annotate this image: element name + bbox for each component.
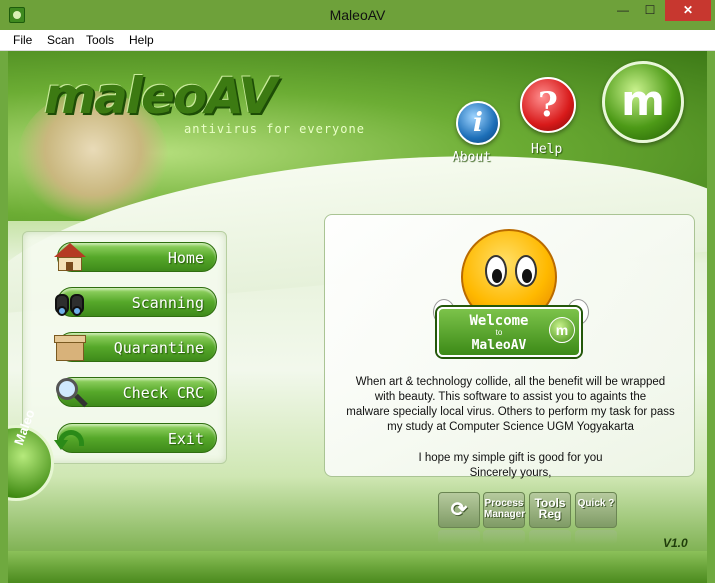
tool-reflection [529, 530, 571, 544]
refresh-tool-button[interactable]: ⟳ [438, 492, 480, 528]
tool-reflection [438, 530, 480, 544]
paragraph2-line1: I hope my simple gift is good for you [418, 452, 603, 464]
process-manager-button[interactable]: Process Manager [483, 492, 525, 528]
about-button[interactable]: i [456, 101, 500, 145]
welcome-badge-icon: m [549, 317, 575, 343]
paragraph1-line2: with beauty. This software to assist you… [374, 391, 647, 403]
menu-bar: File Scan Tools Help [0, 30, 715, 51]
bottom-decoration [8, 551, 707, 583]
home-button[interactable]: Home [54, 242, 217, 272]
paragraph1-line4: my study at Computer Science UGM Yogyaka… [387, 421, 634, 433]
title-bar: MaleoAV — ☐ ✕ [0, 0, 715, 30]
paragraph1-line1: When art & technology collide, all the b… [355, 376, 666, 388]
tagline: antivirus for everyone [184, 122, 365, 136]
exit-button[interactable]: Exit [54, 423, 217, 453]
menu-scan[interactable]: Scan [47, 33, 74, 47]
welcome-panel: Welcome to MaleoAV m When art & technolo… [324, 214, 695, 479]
help-label: Help [531, 142, 563, 157]
home-label: Home [167, 249, 204, 267]
paragraph2-line2: Sincerely yours, [469, 467, 552, 479]
scanning-label: Scanning [131, 294, 204, 312]
tool-reflection [575, 530, 617, 544]
binoculars-icon [52, 284, 88, 320]
welcome-sign: Welcome to MaleoAV m [437, 307, 581, 357]
box-icon [52, 329, 88, 365]
nav-panel: Home Scanning Quarantine Check CRC Exit [22, 231, 227, 464]
welcome-line1: Welcome [469, 313, 529, 329]
menu-tools[interactable]: Tools [86, 33, 114, 47]
main-skin: maleoAV antivirus for everyone i About ?… [8, 51, 707, 583]
version-label: V1.0 [663, 536, 688, 550]
menu-file[interactable]: File [13, 33, 32, 47]
about-label: About [452, 150, 492, 165]
maximize-button[interactable]: ☐ [637, 0, 663, 21]
magnifier-icon [52, 374, 88, 410]
tools-reg-button[interactable]: Tools Reg [529, 492, 571, 528]
menu-help[interactable]: Help [129, 33, 154, 47]
home-icon [52, 239, 88, 275]
quarantine-label: Quarantine [113, 339, 204, 357]
exit-label: Exit [167, 430, 204, 448]
check-crc-label: Check CRC [122, 384, 204, 402]
scanning-button[interactable]: Scanning [55, 287, 217, 317]
minimize-button[interactable]: — [610, 0, 636, 21]
welcome-line3: MaleoAV [471, 338, 527, 353]
window-title: MaleoAV [329, 7, 386, 23]
check-crc-button[interactable]: Check CRC [56, 377, 217, 408]
paragraph1-line3: malware specially local virus. Others to… [346, 406, 675, 418]
close-button[interactable]: ✕ [665, 0, 711, 21]
quick-help-button[interactable]: Quick ? [575, 492, 617, 528]
maleo-logo-button[interactable]: m [602, 61, 684, 143]
help-button[interactable]: ? [520, 77, 576, 133]
quarantine-button[interactable]: Quarantine [54, 332, 217, 362]
app-logo: maleoAV [44, 67, 277, 125]
welcome-line2: to [495, 328, 503, 337]
tool-reflection [483, 530, 525, 544]
exit-arrow-icon [52, 420, 88, 456]
